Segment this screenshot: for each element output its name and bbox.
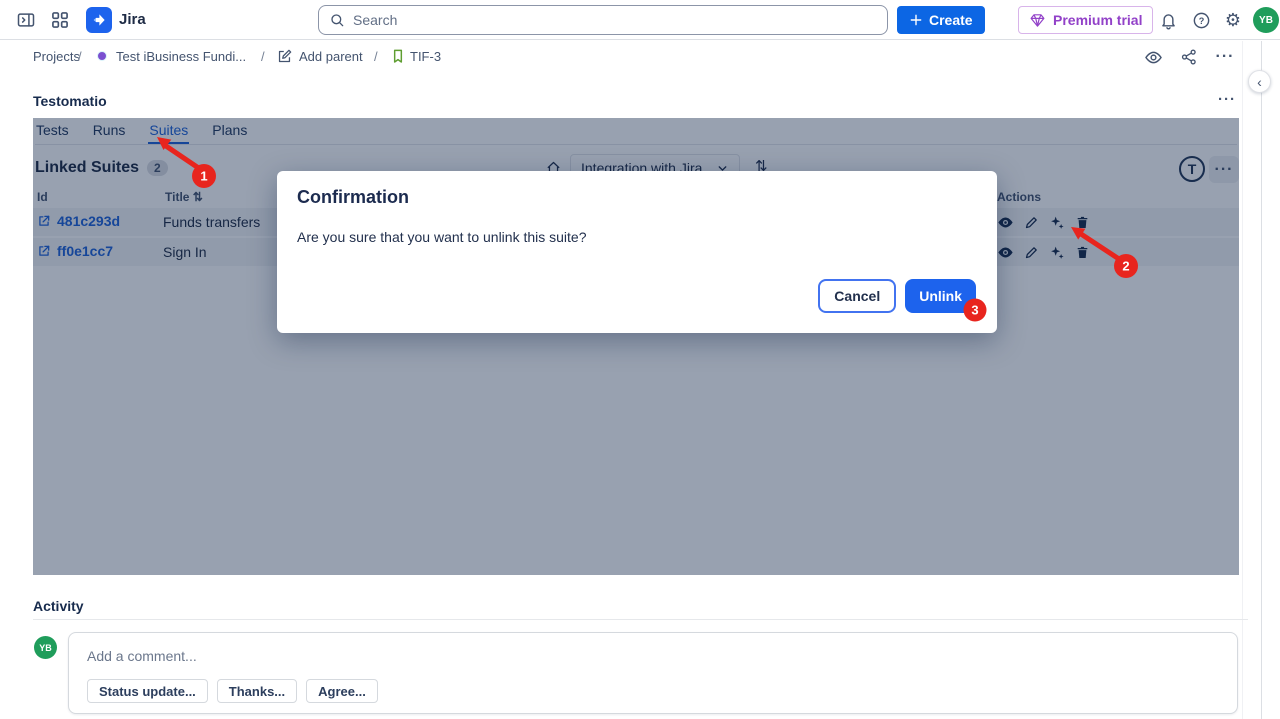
unlink-button[interactable]: Unlink — [905, 279, 976, 313]
quick-replies: Status update... Thanks... Agree... — [87, 679, 378, 703]
notifications-bell-icon[interactable] — [1157, 9, 1179, 31]
breadcrumb-issue-key[interactable]: TIF-3 — [410, 49, 441, 64]
gem-icon — [1029, 12, 1046, 29]
premium-trial-label: Premium trial — [1053, 12, 1142, 28]
dialog-message: Are you sure that you want to unlink thi… — [297, 229, 587, 245]
create-button[interactable]: Create — [897, 6, 985, 34]
dialog-title: Confirmation — [297, 187, 409, 208]
breadcrumb-project[interactable]: Test iBusiness Fundi... — [116, 49, 246, 64]
quick-reply-agree[interactable]: Agree... — [306, 679, 378, 703]
breadcrumb-separator: / — [78, 49, 82, 64]
global-search[interactable] — [318, 5, 888, 35]
testomatio-more-icon[interactable]: ··· — [1218, 91, 1236, 108]
comment-placeholder[interactable]: Add a comment... — [87, 648, 197, 664]
comment-box[interactable]: Add a comment... Status update... Thanks… — [68, 632, 1238, 714]
activity-heading: Activity — [33, 598, 84, 614]
premium-trial-button[interactable]: Premium trial — [1018, 6, 1153, 34]
sidebar-toggle-icon[interactable] — [14, 8, 38, 32]
more-actions-icon[interactable]: ··· — [1212, 44, 1238, 70]
breadcrumb-projects[interactable]: Projects — [33, 49, 80, 64]
comment-avatar: YB — [34, 636, 57, 659]
testomatio-panel: Tests Runs Suites Plans Linked Suites 2 … — [33, 118, 1239, 575]
quick-reply-status-update[interactable]: Status update... — [87, 679, 208, 703]
create-button-label: Create — [929, 12, 973, 28]
breadcrumb: Projects / Test iBusiness Fundi... / Add… — [0, 41, 1242, 73]
plus-icon — [909, 13, 923, 27]
collapse-panel-chevron-left-icon[interactable]: ‹ — [1248, 70, 1271, 93]
settings-gear-icon[interactable]: ⚙ — [1222, 9, 1244, 31]
share-icon[interactable] — [1176, 44, 1202, 70]
jira-logo-icon[interactable] — [86, 7, 112, 33]
confirmation-dialog: Confirmation Are you sure that you want … — [277, 171, 997, 333]
search-icon — [329, 12, 345, 28]
dialog-actions: Cancel Unlink — [818, 279, 976, 313]
breadcrumb-separator: / — [374, 49, 378, 64]
cancel-button[interactable]: Cancel — [818, 279, 896, 313]
top-navigation-bar: Jira Create Premium trial ? ⚙ YB — [0, 0, 1280, 40]
quick-reply-thanks[interactable]: Thanks... — [217, 679, 297, 703]
edit-icon — [276, 48, 293, 65]
panel-divider — [1261, 41, 1262, 719]
breadcrumb-separator: / — [261, 49, 265, 64]
app-switcher-icon[interactable] — [48, 8, 72, 32]
testomatio-section-title: Testomatio — [33, 93, 107, 109]
watch-eye-icon[interactable] — [1140, 44, 1166, 70]
content-edge-divider — [1242, 41, 1243, 719]
activity-divider — [33, 619, 1248, 620]
page: Jira Create Premium trial ? ⚙ YB Project… — [0, 0, 1280, 719]
user-avatar[interactable]: YB — [1253, 7, 1279, 33]
svg-text:?: ? — [1198, 15, 1204, 25]
search-input[interactable] — [353, 12, 877, 28]
add-parent-link[interactable]: Add parent — [299, 49, 363, 64]
app-title: Jira — [119, 11, 146, 28]
bookmark-icon — [390, 48, 406, 64]
help-icon[interactable]: ? — [1190, 9, 1212, 31]
